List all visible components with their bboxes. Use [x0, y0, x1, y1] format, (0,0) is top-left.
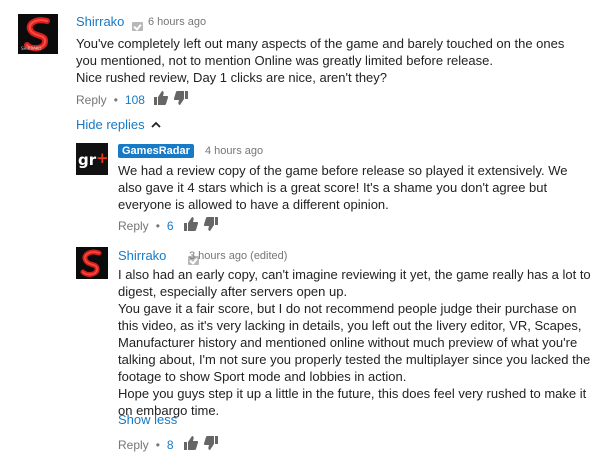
reply-time[interactable]: 3 hours ago (edited) [189, 250, 287, 262]
reply-text: We had a review copy of the game before … [118, 163, 568, 212]
reply-button[interactable]: Reply [118, 219, 149, 233]
separator-dot: • [155, 219, 160, 233]
thumbs-down-icon[interactable] [173, 90, 189, 110]
chevron-up-icon [151, 115, 161, 133]
hide-replies-label: Hide replies [76, 116, 145, 132]
reply-author[interactable]: Shirrako [118, 248, 166, 263]
like-count: 6 [166, 219, 174, 233]
thumbs-up-icon[interactable] [153, 90, 169, 110]
reply-actions: Reply • 8 [118, 435, 219, 455]
like-count: 108 [124, 93, 145, 107]
channel-owner-author[interactable]: GamesRadar [118, 144, 194, 158]
thumbs-up-icon[interactable] [183, 435, 198, 455]
reply-text: I also had an early copy, can't imagine … [118, 267, 591, 418]
avatar[interactable]: SHIRRAKO [18, 14, 58, 54]
comment-time[interactable]: 6 hours ago [148, 16, 206, 28]
separator-dot: • [155, 438, 160, 452]
svg-text:gr: gr [78, 151, 97, 169]
thumbs-up-icon[interactable] [183, 216, 198, 236]
reply-button[interactable]: Reply [118, 438, 149, 452]
thumbs-down-icon[interactable] [203, 435, 219, 455]
separator-dot: • [113, 93, 118, 107]
avatar[interactable]: gr + [76, 143, 108, 175]
comment-author[interactable]: Shirrako [76, 14, 124, 29]
reply-actions: Reply • 6 [118, 216, 219, 236]
thumbs-down-icon[interactable] [203, 216, 219, 236]
svg-text:+: + [96, 149, 108, 167]
comment-text: You've completely left out many aspects … [76, 36, 565, 85]
svg-text:SHIRRAKO: SHIRRAKO [21, 46, 41, 51]
reply-button[interactable]: Reply [76, 93, 107, 107]
hide-replies-toggle[interactable]: Hide replies [76, 115, 161, 133]
show-less-button[interactable]: Show less [118, 412, 177, 427]
shirrako-avatar-image [76, 247, 108, 279]
reply-time[interactable]: 4 hours ago [205, 145, 263, 157]
like-count: 8 [166, 438, 174, 452]
gamesradar-avatar-image: gr + [76, 143, 108, 175]
avatar[interactable] [76, 247, 108, 279]
shirrako-avatar-image: SHIRRAKO [18, 14, 58, 54]
comment-actions: Reply • 108 [76, 90, 189, 110]
verified-badge-icon [132, 22, 143, 32]
